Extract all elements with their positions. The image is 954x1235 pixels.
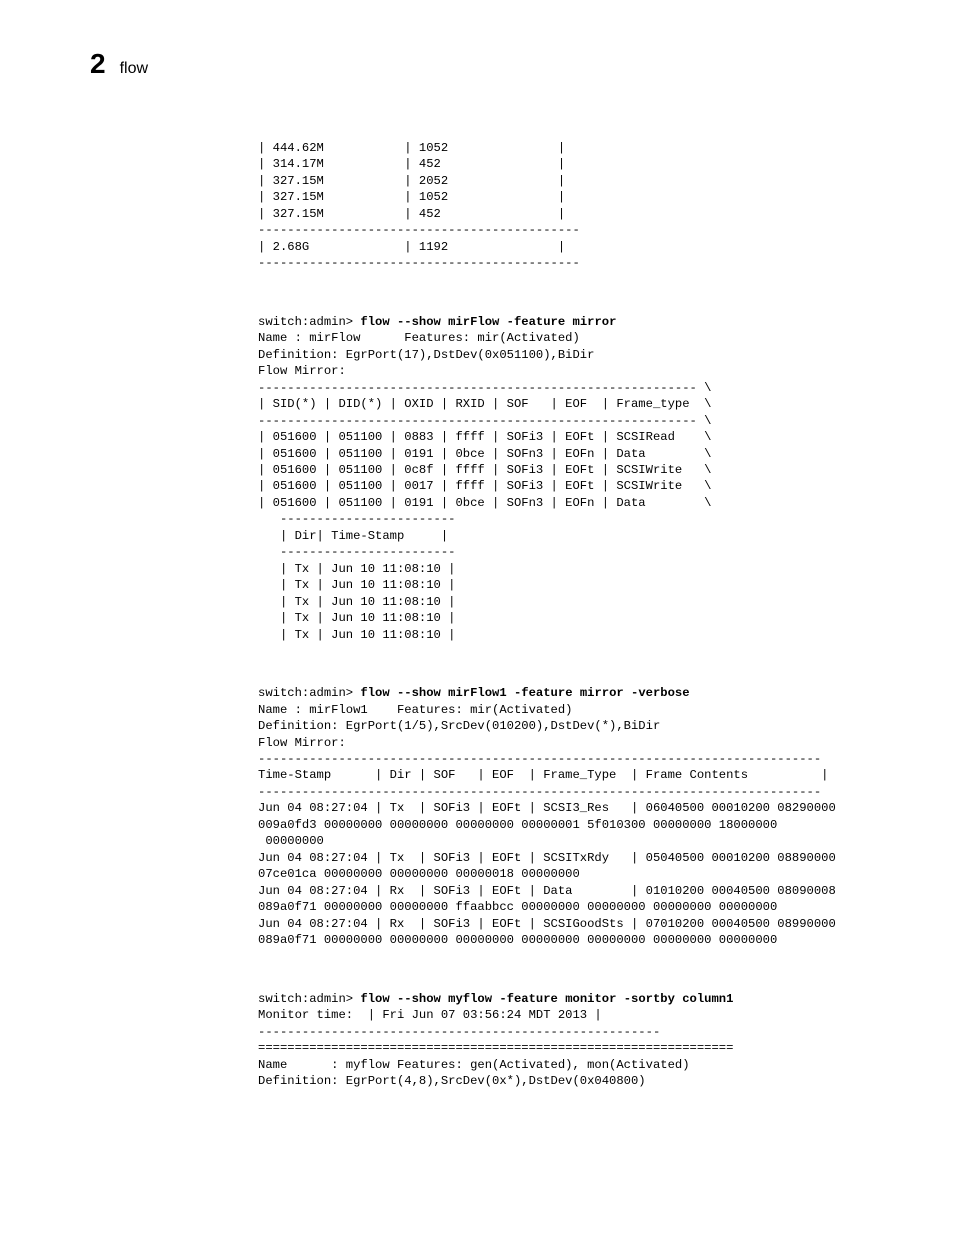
page: 2 flow | 444.62M | 1052 | | 314.17M | 45… [0,0,954,1149]
cmd-output: Name : mirFlow1 Features: mir(Activated)… [258,703,836,948]
content-area: | 444.62M | 1052 | | 314.17M | 452 | | 3… [258,140,864,1089]
mirflow1-command-block: switch:admin> flow --show mirFlow1 -feat… [258,685,864,949]
cmd-text: flow --show mirFlow1 -feature mirror -ve… [360,686,689,700]
cmd-text: flow --show myflow -feature monitor -sor… [360,992,733,1006]
cmd-output: Name : mirFlow Features: mir(Activated) … [258,331,711,641]
page-header: 2 flow [90,48,864,80]
cmd-prompt: switch:admin> [258,992,360,1006]
myflow-command-block: switch:admin> flow --show myflow -featur… [258,991,864,1090]
cmd-output: Monitor time: | Fri Jun 07 03:56:24 MDT … [258,1008,733,1088]
chapter-title: flow [120,60,148,78]
chapter-number: 2 [90,48,106,80]
cmd-prompt: switch:admin> [258,315,360,329]
summary-table-block: | 444.62M | 1052 | | 314.17M | 452 | | 3… [258,140,864,272]
mirflow-command-block: switch:admin> flow --show mirFlow -featu… [258,314,864,643]
cmd-text: flow --show mirFlow -feature mirror [360,315,616,329]
cmd-prompt: switch:admin> [258,686,360,700]
